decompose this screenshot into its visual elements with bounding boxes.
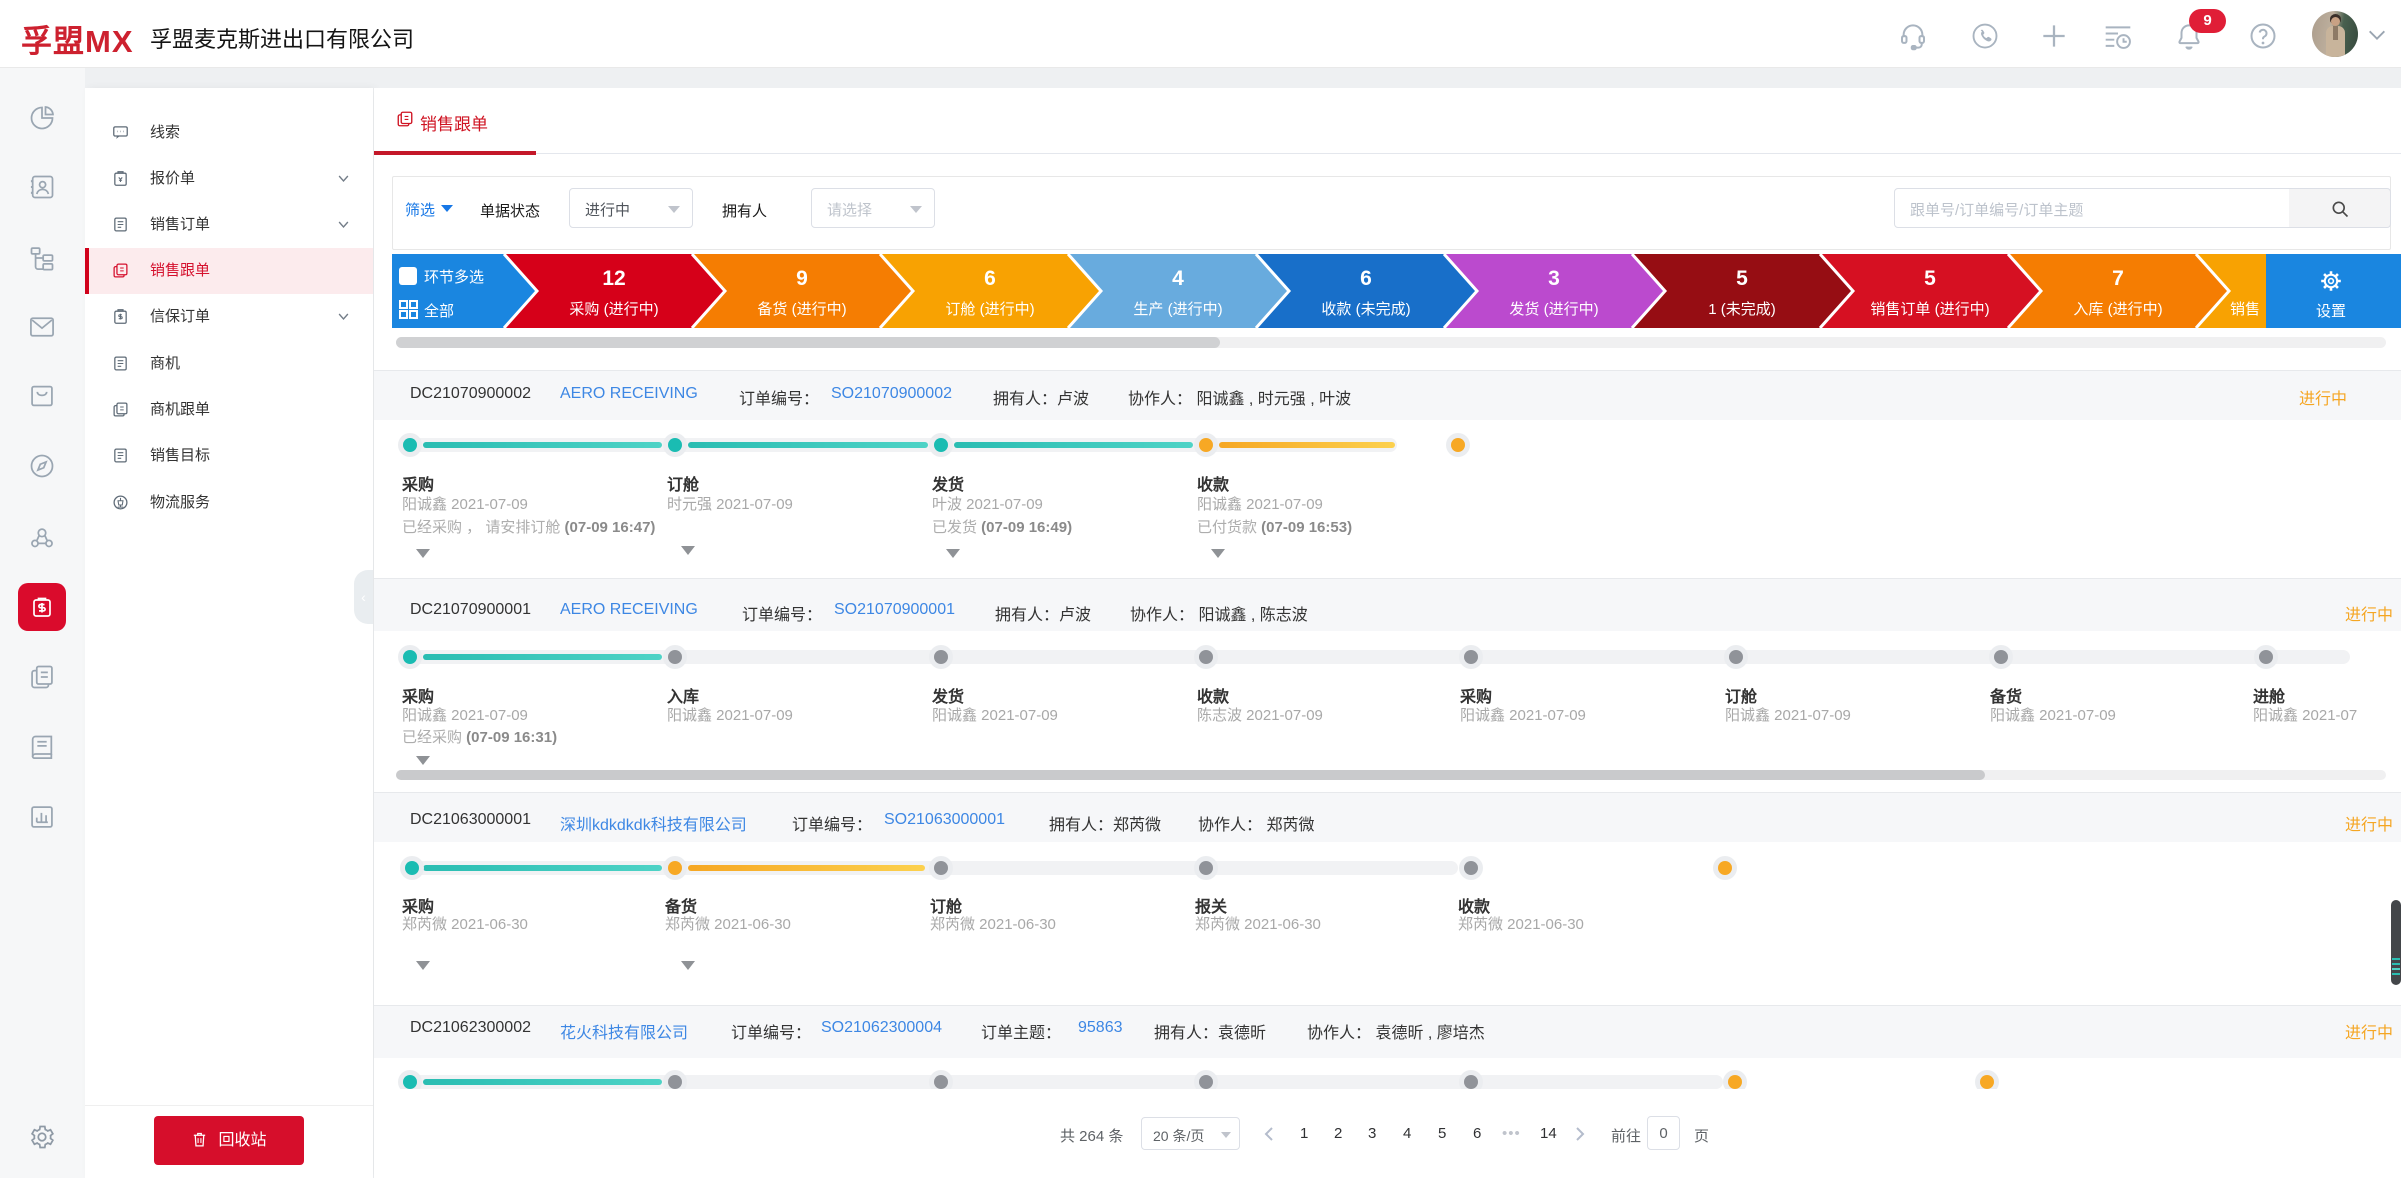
svg-text:生产 (进行中): 生产 (进行中) xyxy=(1133,301,1222,318)
svg-text:发货 (进行中): 发货 (进行中) xyxy=(1509,301,1598,318)
svg-text:环节多选: 环节多选 xyxy=(424,269,484,286)
svg-text:订舱 (进行中): 订舱 (进行中) xyxy=(945,301,1034,318)
svg-text:6: 6 xyxy=(984,267,996,290)
svg-text:5: 5 xyxy=(1924,267,1936,290)
svg-text:入库 (进行中): 入库 (进行中) xyxy=(2073,301,2162,318)
svg-text:6: 6 xyxy=(1360,267,1372,290)
svg-text:1 (未完成): 1 (未完成) xyxy=(1708,301,1776,318)
svg-text:3: 3 xyxy=(1548,267,1560,290)
svg-text:9: 9 xyxy=(796,267,808,290)
svg-text:销售: 销售 xyxy=(2230,301,2260,318)
svg-text:备货 (进行中): 备货 (进行中) xyxy=(757,301,846,318)
svg-text:采购 (进行中): 采购 (进行中) xyxy=(569,301,658,318)
svg-text:5: 5 xyxy=(1736,267,1748,290)
svg-text:12: 12 xyxy=(602,267,625,290)
svg-text:7: 7 xyxy=(2112,267,2124,290)
svg-text:4: 4 xyxy=(1172,267,1184,290)
svg-text:设置: 设置 xyxy=(2316,303,2346,320)
svg-text:销售订单 (进行中): 销售订单 (进行中) xyxy=(1870,301,1989,318)
svg-text:收款 (未完成): 收款 (未完成) xyxy=(1321,301,1410,318)
svg-text:全部: 全部 xyxy=(424,302,454,320)
